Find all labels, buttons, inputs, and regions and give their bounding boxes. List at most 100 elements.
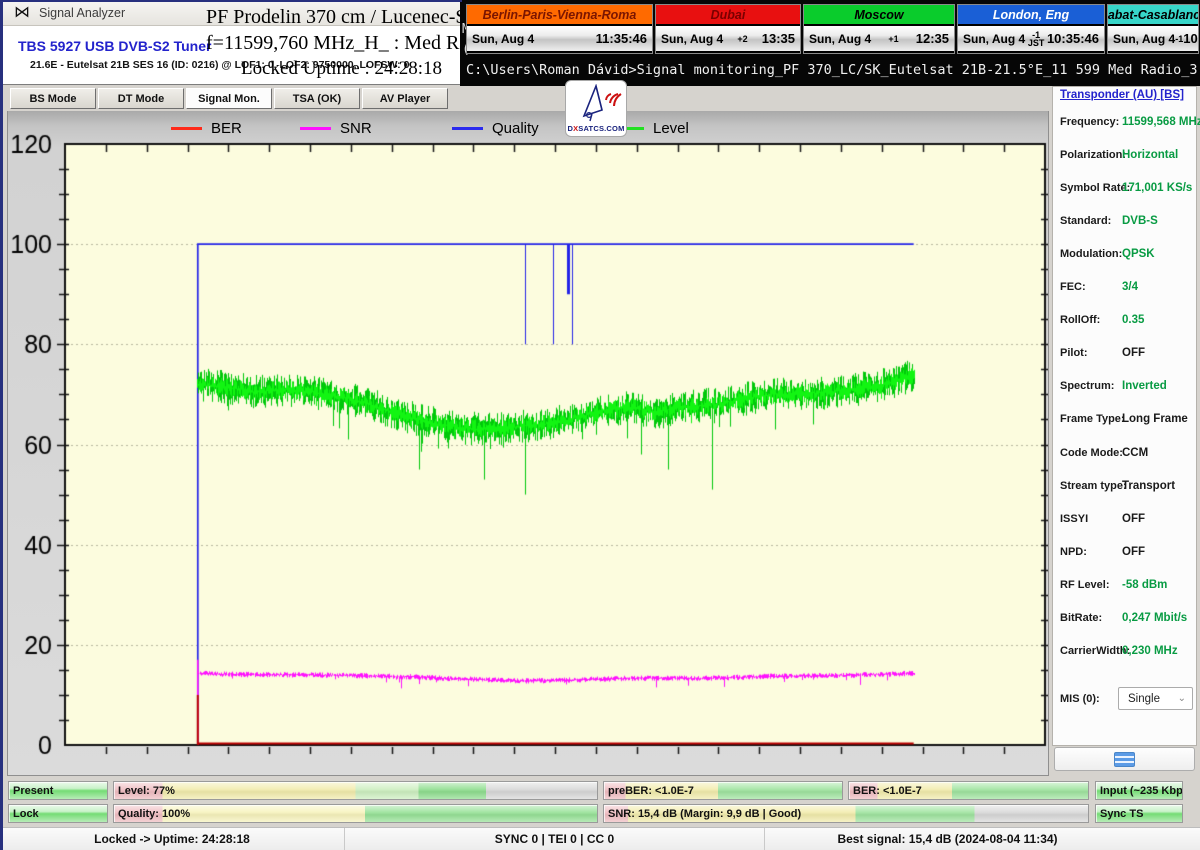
transponder-row-value: DVB-S <box>1122 214 1158 227</box>
transponder-row: NPD: OFF <box>1060 535 1192 568</box>
clock-date: Sun, Aug 4 <box>661 31 724 46</box>
clock-cell: Dubai Sun, Aug 4 +2 13:35 <box>655 4 801 54</box>
transponder-row-value: OFF <box>1122 347 1145 360</box>
transponder-row: Modulation: QPSK <box>1060 237 1192 270</box>
legend-swatch-quality <box>452 127 483 130</box>
transponder-row-value: 0,230 MHz <box>1122 645 1178 658</box>
transponder-row-value: OFF <box>1122 512 1145 525</box>
transponder-panel: Transponder (AU) [BS] Frequency: 11599,56… <box>1052 86 1200 746</box>
transponder-row-label: RollOff: <box>1060 314 1101 327</box>
transponder-row: Pilot: OFF <box>1060 337 1192 370</box>
clock-utc-offset: -1 JST <box>1027 29 1045 48</box>
status-indicator: Lock <box>8 804 108 823</box>
clock-time: 13:35 <box>761 31 795 46</box>
clock-time: 10:35:46 <box>1046 31 1099 46</box>
terminal-window: M ( Berlin-Paris-Vienna-RomaSun, Aug 411… <box>460 0 1200 86</box>
legend-swatch-snr <box>300 127 331 130</box>
terminal-prompt-line: C:\Users\Roman Dávid>Signal monitoring_P… <box>466 62 1200 78</box>
tab-dt-mode[interactable]: DT Mode <box>98 88 184 109</box>
transponder-row: RollOff: 0.35 <box>1060 304 1192 337</box>
clock-utc-offset: +2 <box>737 33 748 44</box>
status-best-signal: Best signal: 15,4 dB (2024-08-04 11:34) <box>837 832 1058 846</box>
signal-chart-canvas <box>8 110 1048 775</box>
mis-dropdown-value: Single <box>1128 692 1160 705</box>
clock-city-label: London, Eng <box>958 5 1104 26</box>
signal-chart-panel: BER SNR Quality Level <box>7 109 1049 776</box>
window-left-border <box>0 0 3 850</box>
clock-time: 12:35 <box>915 31 949 46</box>
report-lines-icon <box>1114 751 1135 767</box>
clock-utc-offset: -1 <box>1175 33 1184 44</box>
dxsatcs-logo: DXSATCS.COM <box>565 80 627 137</box>
transponder-row-label: RF Level: <box>1060 578 1110 591</box>
window-top-border <box>0 0 462 2</box>
transponder-row-label: Pilot: <box>1060 347 1088 360</box>
transponder-row-label: Code Mode: <box>1060 446 1123 459</box>
transponder-row: CarrierWidth: 0,230 MHz <box>1060 635 1192 668</box>
meter-indicator: Quality: 100% <box>113 804 598 823</box>
status-uptime: Locked -> Uptime: 24:28:18 <box>0 828 345 850</box>
clock-utc-offset: +1 <box>888 33 899 44</box>
clock-time-row: Sun, Aug 4 +1 12:35 <box>804 26 954 51</box>
legend-swatch-ber <box>171 127 202 130</box>
transponder-row-label: Modulation: <box>1060 247 1123 260</box>
transponder-row: RF Level: -58 dBm <box>1060 568 1192 601</box>
legend-label: BER <box>211 120 242 137</box>
transponder-row: Stream type: Transport <box>1060 469 1192 502</box>
clock-cell: London, Eng Sun, Aug 4 -1 JST 10:35:46 <box>957 4 1105 54</box>
transponder-row-value: Inverted <box>1122 380 1167 393</box>
signal-analyzer-app-icon: ⋈ <box>14 3 30 21</box>
status-indicator: Sync TS <box>1095 804 1183 823</box>
transponder-row-label: FEC: <box>1060 281 1086 293</box>
transponder-row-value: CCM <box>1122 446 1149 459</box>
mis-label: MIS (0): <box>1060 692 1100 705</box>
legend-label: SNR <box>340 120 372 137</box>
transponder-row-label: Polarization: <box>1060 148 1127 161</box>
tab-tsa-ok[interactable]: TSA (OK) <box>274 88 360 109</box>
dxsatcs-logo-text: DXSATCS.COM <box>567 124 625 133</box>
clock-cell: Rabat-CasablancaSun, Aug 4-110:35 <box>1107 4 1199 54</box>
transponder-row-label: ISSYI <box>1060 512 1089 525</box>
clock-time-row: Sun, Aug 4 -1 JST 10:35:46 <box>958 26 1104 51</box>
chevron-down-icon: ⌄ <box>1177 693 1186 704</box>
transponder-row-label: BitRate: <box>1060 612 1103 624</box>
legend-item: Quality <box>452 120 539 137</box>
clock-date: Sun, Aug 4 <box>472 31 535 46</box>
transponder-row-label: Symbol Rate: <box>1060 181 1131 194</box>
transponder-row: Code Mode: CCM <box>1060 436 1192 469</box>
window-title: Signal Analyzer <box>39 5 126 20</box>
tuner-name: TBS 5927 USB DVB-S2 Tuner <box>18 38 212 54</box>
transponder-row: Symbol Rate: 171,001 KS/s <box>1060 171 1192 204</box>
legend-item: BER <box>171 120 242 137</box>
clock-time: 11:35:46 <box>595 31 647 46</box>
transponder-row-value: OFF <box>1122 545 1145 558</box>
transponder-row-label: CarrierWidth: <box>1060 645 1131 658</box>
transponder-row-value: 0,247 Mbit/s <box>1122 612 1188 624</box>
status-bar: Locked -> Uptime: 24:28:18 SYNC 0 | TEI … <box>0 827 1200 850</box>
clock-time-row: Sun, Aug 4 +2 13:35 <box>656 26 800 51</box>
transponder-row: Standard: DVB-S <box>1060 204 1192 237</box>
tab-bs-mode[interactable]: BS Mode <box>10 88 96 109</box>
transponder-row-label: Standard: <box>1060 214 1112 227</box>
clock-time: 10:35 <box>1183 31 1198 46</box>
tab-signal-mon[interactable]: Signal Mon. <box>186 88 272 109</box>
report-button[interactable] <box>1054 747 1195 771</box>
clock-cell: Berlin-Paris-Vienna-Roma Sun, Aug 4 11:35:… <box>466 4 653 54</box>
transponder-row-value: Transport <box>1122 479 1176 492</box>
transponder-row-value: Horizontal <box>1122 148 1179 161</box>
transponder-row-value: 3/4 <box>1122 281 1138 293</box>
transponder-row: Polarization: Horizontal <box>1060 138 1192 171</box>
mis-dropdown[interactable]: Single ⌄ <box>1118 687 1193 710</box>
legend-item: SNR <box>300 120 372 137</box>
transponder-row: Spectrum: Inverted <box>1060 370 1192 403</box>
overlay-locked-uptime: Locked Uptime : 24:28:18 <box>241 58 443 79</box>
transponder-row-label: Frequency: <box>1060 115 1120 128</box>
meter-indicator: SNR: 15,4 dB (Margin: 9,9 dB | Good) <box>603 804 1089 823</box>
transponder-row-value: 11599,568 MHz <box>1122 115 1200 128</box>
transponder-row-value: QPSK <box>1122 247 1155 260</box>
clock-time-row: Sun, Aug 4-110:35 <box>1108 26 1198 51</box>
transponder-row: ISSYI OFF <box>1060 502 1192 535</box>
transponder-panel-title: Transponder (AU) [BS] <box>1060 89 1184 101</box>
tab-av-player[interactable]: AV Player <box>362 88 448 109</box>
transponder-row: FEC: 3/4 <box>1060 271 1192 304</box>
